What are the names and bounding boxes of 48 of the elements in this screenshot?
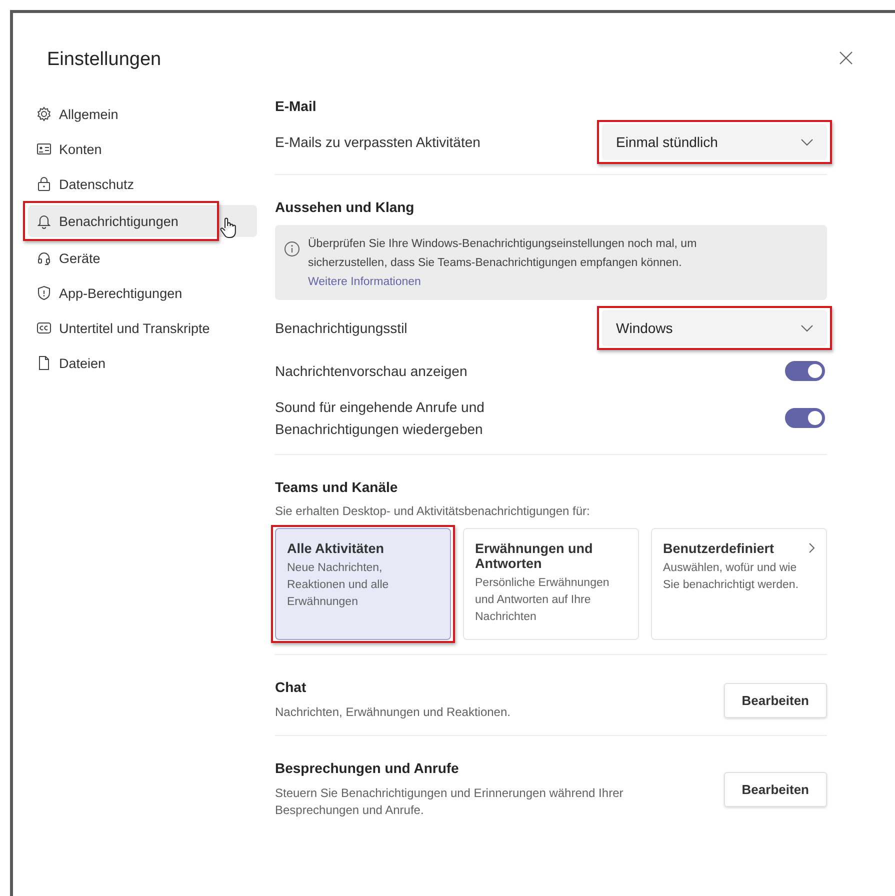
edit-button[interactable]: Bearbeiten bbox=[724, 682, 827, 718]
sidebar-item[interactable]: Datenschutz bbox=[28, 168, 230, 200]
bell-icon bbox=[36, 213, 52, 229]
section-description: Steuern Sie Benachrichtigungen und Erinnerungen während Ihrer Besprechungen und Anrufe. bbox=[275, 785, 624, 819]
section-description: Sie erhalten Desktop- und Aktivitätsbenachrichtigungen für: bbox=[275, 504, 590, 518]
card-description: Auswählen, wofür und wie Sie benachrichtigt werden. bbox=[663, 561, 800, 593]
setting-label: Benachrichtigungsstil bbox=[275, 320, 408, 336]
section-heading: Aussehen und Klang bbox=[275, 199, 414, 215]
more-info-link[interactable]: Weitere Informationen bbox=[308, 276, 421, 288]
chevron-right-icon bbox=[809, 543, 815, 553]
setting-label: Sound für eingehende Anrufe und Benachrichtigungen wiedergeben bbox=[275, 398, 486, 439]
sidebar-item[interactable]: Geräte bbox=[28, 242, 230, 274]
card-title: Benutzerdefiniert bbox=[663, 541, 774, 556]
headset-icon bbox=[36, 250, 52, 266]
section-heading: E-Mail bbox=[275, 98, 316, 114]
shield-icon bbox=[36, 285, 52, 301]
toggle-switch[interactable] bbox=[785, 408, 825, 428]
info-icon bbox=[284, 241, 300, 257]
section-heading: Chat bbox=[275, 679, 308, 695]
closed-caption-icon bbox=[36, 320, 52, 336]
sidebar-item[interactable]: Allgemein bbox=[28, 98, 230, 130]
section-heading: Besprechungen und Anrufe bbox=[275, 760, 460, 776]
gear-icon bbox=[36, 106, 52, 122]
section-description: Nachrichten, Erwähnungen und Reaktionen. bbox=[275, 704, 510, 721]
info-text: Überprüfen Sie Ihre Windows-Benachrichtigungseinstellungen noch mal, um sicherzustellen, dass Sie Teams-Benachrichtigungen empfangen können. Weitere Informationen bbox=[308, 236, 698, 290]
setting-label: E-Mails zu verpassten Aktivitäten bbox=[275, 134, 480, 150]
section-heading: Teams und Kanäle bbox=[275, 479, 399, 495]
sidebar-item[interactable]: Dateien bbox=[28, 347, 230, 379]
setting-label: Nachrichtenvorschau anzeigen bbox=[275, 362, 468, 381]
card-title: Alle Aktivitäten bbox=[287, 541, 384, 556]
window-title: Einstellungen bbox=[47, 48, 162, 70]
document-icon bbox=[36, 355, 52, 371]
card-title: Erwähnungen und Antworten bbox=[475, 541, 594, 571]
sidebar-item[interactable]: Untertitel und Transkripte bbox=[28, 312, 230, 344]
option-card[interactable]: Benutzerdefiniert Auswählen, wofür und wie Sie benachrichtigt werden. bbox=[651, 528, 827, 640]
chevron-down-icon bbox=[801, 324, 813, 332]
close-icon bbox=[839, 51, 853, 65]
chevron-down-icon bbox=[801, 138, 813, 146]
contact-card-icon bbox=[36, 141, 52, 157]
edit-button[interactable]: Bearbeiten bbox=[724, 772, 827, 807]
sidebar-item[interactable]: Konten bbox=[28, 133, 230, 165]
card-description: Persönliche Erwähnungen und Antworten auf Ihre Nachrichten bbox=[475, 576, 610, 625]
hand-pointer-icon bbox=[219, 217, 237, 239]
option-card[interactable]: Erwähnungen und Antworten Persönliche Erwähnungen und Antworten auf Ihre Nachrichten bbox=[463, 528, 639, 640]
toggle-switch[interactable] bbox=[785, 361, 825, 381]
sidebar-item[interactable]: App-Berechtigungen bbox=[28, 277, 230, 309]
card-description: Neue Nachrichten, Reaktionen und alle Erwähnungen bbox=[287, 561, 390, 610]
lock-icon bbox=[36, 176, 52, 192]
